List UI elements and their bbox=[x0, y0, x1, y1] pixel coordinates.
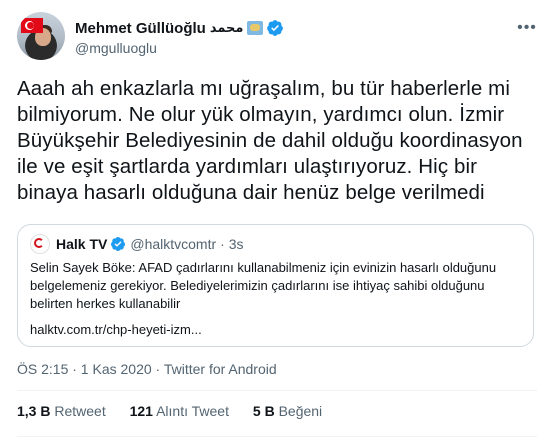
quoted-author-handle: @halktvcomtr bbox=[130, 236, 217, 252]
author-handle[interactable]: @mgulluoglu bbox=[75, 40, 157, 56]
quote-label: Alıntı Tweet bbox=[156, 403, 229, 419]
retweet-label: Retweet bbox=[54, 403, 106, 419]
tweet-meta[interactable]: ÖS 2:15 · 1 Kas 2020 · Twitter for Andro… bbox=[17, 361, 277, 377]
quoted-time: · 3s bbox=[220, 236, 244, 252]
tweet-text: Aaah ah enkazlarla mı uğraşalım, bu tür … bbox=[17, 77, 523, 204]
tweet-stats: 1,3 B Retweet 121 Alıntı Tweet 5 B Beğen… bbox=[17, 403, 342, 419]
quoted-tweet-link[interactable]: halktv.com.tr/chp-heyeti-izm... bbox=[30, 322, 202, 337]
quoted-tweet-text: Selin Sayek Böke: AFAD çadırlarını kulla… bbox=[30, 260, 497, 311]
halktv-logo-icon bbox=[30, 234, 50, 254]
verified-badge-icon bbox=[111, 237, 126, 251]
retweet-count: 1,3 B bbox=[17, 403, 51, 419]
divider bbox=[17, 436, 537, 437]
quoted-tweet-header: Halk TV @halktvcomtr · 3s bbox=[30, 234, 244, 254]
verified-badge-icon bbox=[267, 20, 284, 36]
quoted-author-name: Halk TV bbox=[56, 236, 108, 252]
turkish-flag-icon bbox=[21, 18, 43, 33]
divider bbox=[17, 390, 537, 391]
author-name-arabic: محمد bbox=[209, 20, 244, 35]
like-count: 5 B bbox=[252, 403, 275, 419]
like-stat[interactable]: 5 B Beğeni bbox=[253, 403, 322, 419]
author-name[interactable]: Mehmet Güllüoğlu bbox=[75, 20, 206, 37]
more-options-icon[interactable]: ••• bbox=[517, 18, 537, 38]
quoted-tweet[interactable]: Halk TV @halktvcomtr · 3s Selin Sayek Bö… bbox=[17, 224, 534, 347]
quote-tweet-stat[interactable]: 121 Alıntı Tweet bbox=[130, 403, 229, 419]
avatar[interactable] bbox=[17, 12, 65, 60]
quote-count: 121 bbox=[129, 403, 153, 419]
tweet-card: Mehmet Güllüoğlu محمد @mgulluoglu ••• Aa… bbox=[0, 0, 551, 446]
tweet-header: Mehmet Güllüoğlu محمد @mgulluoglu ••• bbox=[17, 12, 537, 60]
map-icon bbox=[247, 21, 264, 35]
like-label: Beğeni bbox=[278, 403, 323, 419]
retweet-stat[interactable]: 1,3 B Retweet bbox=[17, 403, 106, 419]
name-row: Mehmet Güllüoğlu محمد bbox=[75, 18, 284, 38]
